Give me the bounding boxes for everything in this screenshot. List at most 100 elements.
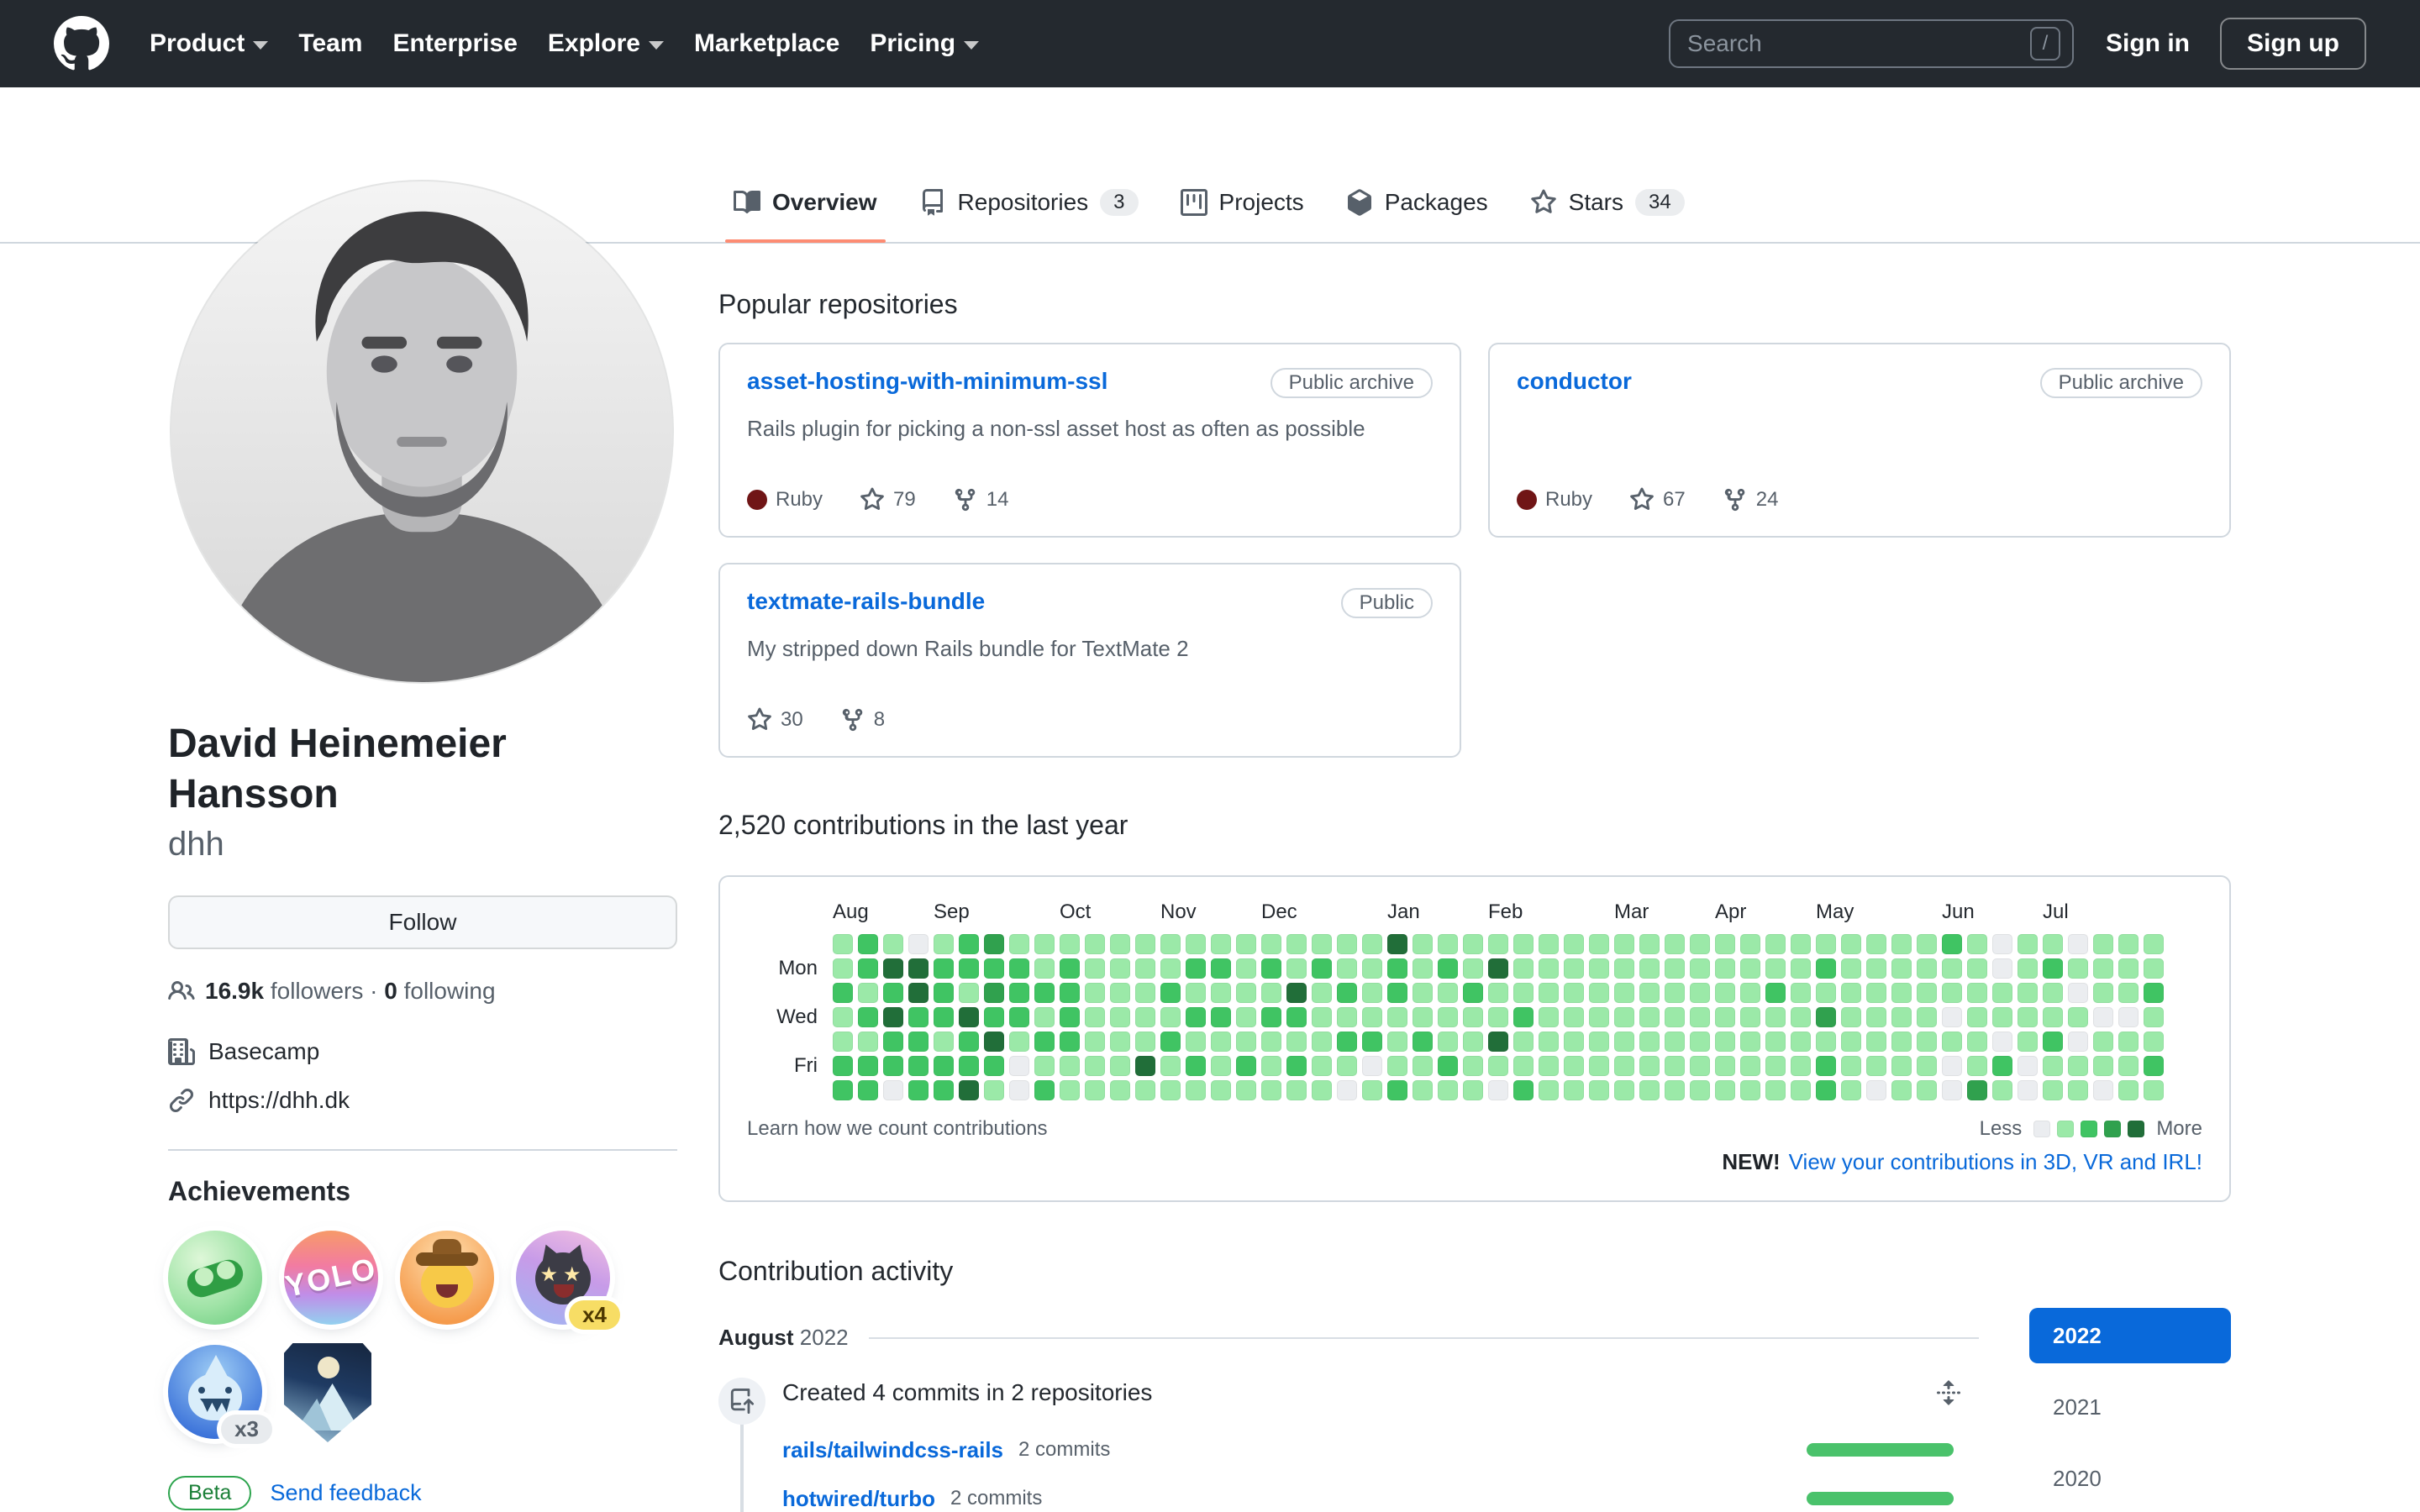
contribution-cell[interactable]	[984, 1032, 1004, 1052]
contribution-cell[interactable]	[2144, 1032, 2164, 1052]
contribution-cell[interactable]	[1236, 983, 1256, 1003]
contribution-cell[interactable]	[1387, 1056, 1407, 1076]
contribution-cell[interactable]	[1816, 1032, 1836, 1052]
contribution-cell[interactable]	[1488, 934, 1508, 954]
contribution-cell[interactable]	[1110, 983, 1130, 1003]
contribution-cell[interactable]	[2093, 1056, 2113, 1076]
contribution-cell[interactable]	[934, 983, 954, 1003]
contribution-cell[interactable]	[1488, 1032, 1508, 1052]
contribution-cell[interactable]	[2093, 983, 2113, 1003]
contribution-cell[interactable]	[1034, 1032, 1055, 1052]
contribution-cell[interactable]	[1791, 958, 1811, 979]
contribution-cell[interactable]	[1564, 1080, 1584, 1100]
nav-item-explore[interactable]: Explore	[536, 21, 676, 66]
contribution-cell[interactable]	[1034, 958, 1055, 979]
contribution-cell[interactable]	[2144, 934, 2164, 954]
contribution-cell[interactable]	[1186, 1080, 1206, 1100]
contribution-cell[interactable]	[1085, 1007, 1105, 1027]
contribution-cell[interactable]	[1992, 1056, 2012, 1076]
contribution-cell[interactable]	[1413, 1032, 1433, 1052]
contribution-cell[interactable]	[883, 1032, 903, 1052]
contribution-cell[interactable]	[2093, 1007, 2113, 1027]
contribution-cell[interactable]	[1085, 1032, 1105, 1052]
contribution-cell[interactable]	[1564, 934, 1584, 954]
unfold-icon[interactable]	[1935, 1379, 1962, 1406]
repo-stars[interactable]: 79	[860, 487, 916, 512]
contribution-cell[interactable]	[2093, 934, 2113, 954]
arctic-code-vault-badge[interactable]	[284, 1343, 371, 1442]
contribution-cell[interactable]	[1715, 1080, 1735, 1100]
contribution-cell[interactable]	[1286, 1080, 1307, 1100]
contribution-cell[interactable]	[1992, 1080, 2012, 1100]
contribution-cell[interactable]	[934, 934, 954, 954]
contribution-cell[interactable]	[959, 958, 979, 979]
contribution-cell[interactable]	[1791, 983, 1811, 1003]
pair-extraordinaire-badge[interactable]	[168, 1231, 262, 1325]
contribution-cell[interactable]	[858, 1032, 878, 1052]
commit-repo-link[interactable]: hotwired/turbo	[782, 1486, 935, 1512]
contribution-cell[interactable]	[1312, 934, 1332, 954]
website-link[interactable]: https://dhh.dk	[208, 1087, 350, 1114]
contribution-cell[interactable]	[858, 958, 878, 979]
contribution-cell[interactable]	[1286, 934, 1307, 954]
contribution-cell[interactable]	[1740, 934, 1760, 954]
contribution-cell[interactable]	[1866, 934, 1886, 954]
contribution-cell[interactable]	[1110, 1056, 1130, 1076]
sign-in-link[interactable]: Sign in	[2106, 29, 2190, 58]
contribution-cell[interactable]	[1413, 934, 1433, 954]
contributions-3d-link[interactable]: View your contributions in 3D, VR and IR…	[1789, 1149, 2202, 1174]
contribution-cell[interactable]	[1463, 934, 1483, 954]
contribution-cell[interactable]	[1614, 1080, 1634, 1100]
contribution-cell[interactable]	[1816, 1007, 1836, 1027]
following-count[interactable]: 0	[384, 978, 397, 1004]
yolo-badge[interactable]: YOLO	[282, 1231, 380, 1325]
contribution-cell[interactable]	[1690, 1080, 1710, 1100]
contribution-cell[interactable]	[1866, 958, 1886, 979]
contribution-cell[interactable]	[1740, 1056, 1760, 1076]
contribution-cell[interactable]	[1286, 958, 1307, 979]
contribution-cell[interactable]	[1413, 1080, 1433, 1100]
contribution-cell[interactable]	[1639, 983, 1660, 1003]
contribution-cell[interactable]	[1690, 934, 1710, 954]
repo-forks[interactable]: 8	[840, 707, 885, 732]
contribution-cell[interactable]	[1866, 983, 1886, 1003]
contribution-cell[interactable]	[1362, 983, 1382, 1003]
contribution-cell[interactable]	[2118, 1056, 2139, 1076]
contribution-cell[interactable]	[1816, 983, 1836, 1003]
tab-repositories[interactable]: Repositories 3	[904, 163, 1154, 242]
contribution-cell[interactable]	[2118, 958, 2139, 979]
contribution-cell[interactable]	[1387, 983, 1407, 1003]
contribution-cell[interactable]	[1211, 1032, 1231, 1052]
contribution-cell[interactable]	[1110, 934, 1130, 954]
contribution-cell[interactable]	[2144, 958, 2164, 979]
contribution-cell[interactable]	[1387, 934, 1407, 954]
contribution-cell[interactable]	[1816, 1056, 1836, 1076]
contribution-cell[interactable]	[2043, 934, 2063, 954]
contribution-cell[interactable]	[1589, 958, 1609, 979]
contribution-cell[interactable]	[2144, 1056, 2164, 1076]
year-filter-2022[interactable]: 2022	[2029, 1308, 2231, 1363]
contribution-cell[interactable]	[1690, 1056, 1710, 1076]
contribution-cell[interactable]	[2043, 1056, 2063, 1076]
contribution-cell[interactable]	[883, 1007, 903, 1027]
contribution-cell[interactable]	[1715, 1032, 1735, 1052]
contribution-cell[interactable]	[2093, 958, 2113, 979]
contribution-cell[interactable]	[2093, 1032, 2113, 1052]
contribution-cell[interactable]	[1160, 1007, 1181, 1027]
contribution-cell[interactable]	[1438, 1080, 1458, 1100]
contribution-cell[interactable]	[1438, 934, 1458, 954]
contribution-cell[interactable]	[1438, 1007, 1458, 1027]
contribution-cell[interactable]	[1992, 1032, 2012, 1052]
contribution-cell[interactable]	[1160, 1056, 1181, 1076]
contribution-cell[interactable]	[1337, 1007, 1357, 1027]
contribution-cell[interactable]	[1236, 958, 1256, 979]
followers-count[interactable]: 16.9k	[205, 978, 264, 1004]
contribution-cell[interactable]	[1917, 983, 1937, 1003]
contribution-cell[interactable]	[1942, 958, 1962, 979]
avatar[interactable]	[171, 181, 672, 682]
contribution-cell[interactable]	[1765, 958, 1786, 979]
contribution-cell[interactable]	[1765, 1032, 1786, 1052]
contribution-cell[interactable]	[1765, 1080, 1786, 1100]
contribution-cell[interactable]	[1362, 1056, 1382, 1076]
repo-forks[interactable]: 24	[1723, 487, 1778, 512]
